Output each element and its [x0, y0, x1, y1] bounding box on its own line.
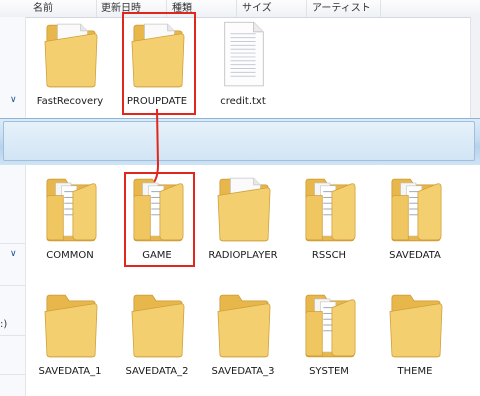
item-label: FastRecovery [36, 96, 104, 107]
folder-item[interactable]: PROUPDATE [114, 20, 200, 116]
chevron-down-icon[interactable]: ∨ [10, 249, 17, 259]
navigation-pane: ∨ [0, 17, 26, 118]
column-separator[interactable] [380, 0, 381, 17]
item-label: RADIOPLAYER [208, 250, 278, 261]
folder-item[interactable]: FastRecovery [27, 20, 113, 116]
item-label: SAVEDATA_2 [125, 366, 189, 377]
column-separator[interactable] [306, 0, 307, 17]
item-label: GAME [142, 250, 172, 261]
folder-item[interactable]: COMMON [27, 174, 113, 270]
item-label: THEME [397, 366, 433, 377]
folder-item[interactable]: RADIOPLAYER [200, 174, 286, 270]
column-separator[interactable] [236, 0, 237, 17]
divider [0, 374, 25, 375]
navigation-pane: ∨ :) [0, 165, 26, 396]
glass-panel [3, 121, 475, 161]
column-size[interactable]: サイズ [242, 1, 272, 16]
divider [0, 285, 25, 286]
sidebar-fragment-text: :) [0, 319, 8, 330]
item-label: SYSTEM [309, 366, 349, 377]
chevron-down-icon[interactable]: ∨ [10, 95, 17, 105]
column-separator[interactable] [96, 0, 97, 17]
item-label: RSSCH [311, 250, 347, 261]
divider [0, 243, 25, 244]
divider [0, 335, 25, 336]
item-label: COMMON [46, 250, 94, 261]
item-label: SAVEDATA_1 [38, 366, 102, 377]
item-label: SAVEDATA [389, 250, 441, 261]
column-artist[interactable]: アーティスト [312, 1, 371, 16]
folder-item[interactable]: SAVEDATA [372, 174, 458, 270]
folder-item[interactable]: SYSTEM [286, 290, 372, 386]
item-label: credit.txt [220, 96, 266, 107]
folder-item[interactable]: SAVEDATA_2 [114, 290, 200, 386]
column-name[interactable]: 名前 [33, 1, 53, 16]
item-label: SAVEDATA_3 [211, 366, 275, 377]
item-label: PROUPDATE [126, 96, 188, 107]
vertical-scrollbar[interactable] [470, 17, 480, 118]
folder-item[interactable]: SAVEDATA_3 [200, 290, 286, 386]
file-item[interactable]: credit.txt [200, 20, 286, 116]
folder-item[interactable]: SAVEDATA_1 [27, 290, 113, 386]
column-header-bar: 名前 更新日時 種類 サイズ アーティスト [0, 0, 480, 18]
folder-item[interactable]: GAME [114, 174, 200, 270]
folder-item[interactable]: RSSCH [286, 174, 372, 270]
window-frame-glass [0, 118, 480, 166]
folder-item[interactable]: THEME [372, 290, 458, 386]
